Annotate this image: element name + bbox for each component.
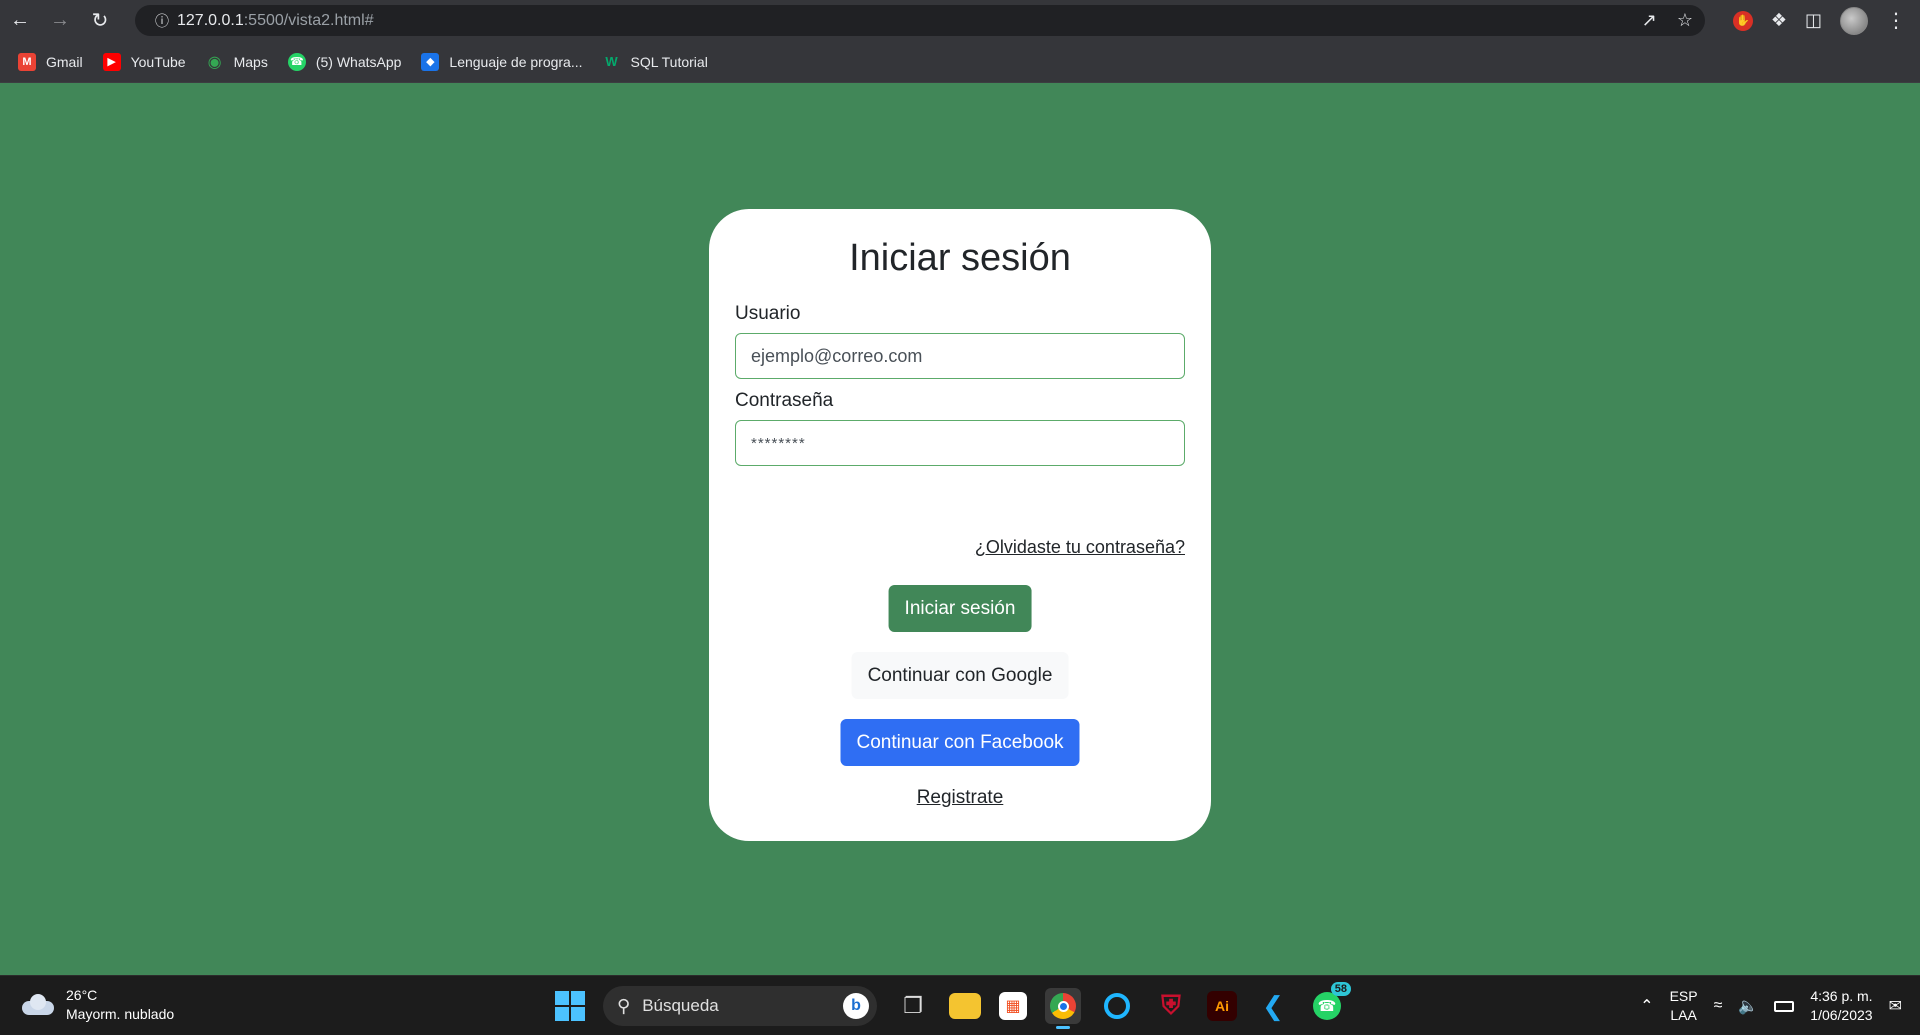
- side-panel-icon[interactable]: ◫: [1805, 10, 1822, 31]
- reload-button[interactable]: ↻: [80, 0, 120, 41]
- search-icon: ⚲: [617, 995, 631, 1016]
- cloud-icon: [20, 993, 56, 1017]
- file-explorer-icon[interactable]: [949, 993, 981, 1019]
- bing-icon[interactable]: b: [843, 993, 869, 1019]
- notifications-icon[interactable]: ✉: [1889, 996, 1902, 1016]
- bookmark-label: (5) WhatsApp: [315, 53, 402, 70]
- bookmark-label: YouTube: [130, 53, 186, 70]
- forgot-password-link[interactable]: ¿Olvidaste tu contraseña?: [975, 537, 1185, 558]
- bookmark-youtube[interactable]: ▶ YouTube: [102, 52, 186, 71]
- share-icon[interactable]: ↗: [1642, 10, 1657, 31]
- vscode-icon[interactable]: ❮: [1255, 988, 1291, 1024]
- forward-button[interactable]: →: [40, 0, 80, 41]
- maps-icon: ◉: [207, 53, 222, 71]
- whatsapp-taskbar-icon[interactable]: ☎ 58: [1309, 982, 1351, 1024]
- youtube-icon: ▶: [102, 52, 121, 71]
- password-input[interactable]: ********: [735, 420, 1185, 466]
- notification-badge: 58: [1330, 982, 1351, 996]
- register-row: Registrate: [709, 787, 1211, 809]
- battery-icon[interactable]: [1774, 1000, 1795, 1012]
- clock-time: 4:36 p. m.: [1810, 988, 1873, 1004]
- url-host: 127.0.0.1: [177, 11, 244, 29]
- browser-menu-icon[interactable]: ⋮: [1886, 8, 1906, 33]
- language-code: ESP: [1669, 988, 1698, 1004]
- bookmark-whatsapp[interactable]: ☎ (5) WhatsApp: [287, 52, 402, 71]
- volume-icon[interactable]: 🔈: [1738, 996, 1758, 1016]
- windows-start-icon[interactable]: [555, 991, 585, 1021]
- browser-toolbar: ← → ↻ ⓘ 127.0.0.1:5500/vista2.html# ↗ ☆ …: [0, 0, 1920, 41]
- bookmark-label: Gmail: [46, 53, 83, 70]
- user-label: Usuario: [735, 303, 801, 324]
- task-view-icon[interactable]: ❐: [895, 988, 931, 1024]
- whatsapp-icon: ☎: [287, 52, 306, 71]
- search-placeholder: Búsqueda: [642, 996, 719, 1015]
- bookmark-sql-tutorial[interactable]: W SQL Tutorial: [603, 53, 708, 71]
- bookmark-maps[interactable]: ◉ Maps: [206, 53, 268, 71]
- login-button[interactable]: Iniciar sesión: [888, 585, 1032, 632]
- url-path: :5500/vista2.html#: [243, 11, 374, 29]
- bookmark-gmail[interactable]: M Gmail: [18, 52, 83, 71]
- bookmark-site-icon: ◆: [421, 52, 440, 71]
- keyboard-layout: LAA: [1670, 1007, 1697, 1023]
- user-input[interactable]: ejemplo@correo.com: [735, 333, 1185, 379]
- google-login-button[interactable]: Continuar con Google: [851, 652, 1069, 699]
- login-card: Iniciar sesión Usuario ejemplo@correo.co…: [709, 209, 1211, 841]
- register-link[interactable]: Registrate: [917, 787, 1004, 808]
- adblock-extension-icon[interactable]: ✋: [1732, 10, 1753, 31]
- mcafee-icon[interactable]: ⛨: [1153, 988, 1189, 1024]
- back-button[interactable]: ←: [0, 0, 40, 41]
- bookmark-lenguaje[interactable]: ◆ Lenguaje de progra...: [421, 52, 583, 71]
- profile-avatar[interactable]: [1840, 6, 1868, 35]
- bookmark-label: SQL Tutorial: [630, 53, 708, 70]
- taskbar: 26°C Mayorm. nublado ⚲ Búsqueda b ❐ ▦ ⛨ …: [0, 975, 1920, 1035]
- clock[interactable]: 4:36 p. m. 1/06/2023: [1810, 987, 1872, 1025]
- page-background: Iniciar sesión Usuario ejemplo@correo.co…: [0, 83, 1920, 975]
- language-indicator[interactable]: ESP LAA: [1670, 987, 1698, 1025]
- w3schools-icon: W: [605, 54, 618, 69]
- wifi-icon[interactable]: ≈: [1714, 997, 1723, 1015]
- chevron-up-icon[interactable]: ⌃: [1640, 996, 1653, 1016]
- taskbar-search[interactable]: ⚲ Búsqueda b: [603, 986, 877, 1026]
- facebook-login-button[interactable]: Continuar con Facebook: [840, 719, 1080, 766]
- extensions-puzzle-icon[interactable]: ❖: [1771, 10, 1787, 31]
- address-bar[interactable]: ⓘ 127.0.0.1:5500/vista2.html# ↗ ☆: [135, 5, 1705, 36]
- gmail-icon: M: [18, 52, 36, 71]
- page-title: Iniciar sesión: [849, 237, 1071, 279]
- bookmarks-bar: M Gmail ▶ YouTube ◉ Maps ☎ (5) WhatsApp …: [0, 41, 1920, 83]
- weather-temp: 26°C: [66, 987, 98, 1003]
- alexa-icon[interactable]: [1099, 988, 1135, 1024]
- site-info-icon[interactable]: ⓘ: [147, 11, 177, 31]
- password-label: Contraseña: [735, 390, 834, 411]
- chrome-icon[interactable]: [1045, 988, 1081, 1029]
- system-tray: ⌃ ESP LAA ≈ 🔈 4:36 p. m. 1/06/2023 ✉: [1640, 984, 1902, 1028]
- bookmark-label: Maps: [233, 53, 268, 70]
- weather-desc: Mayorm. nublado: [66, 1006, 175, 1022]
- weather-widget[interactable]: 26°C Mayorm. nublado: [20, 986, 174, 1024]
- bookmark-label: Lenguaje de progra...: [449, 53, 583, 70]
- microsoft-store-icon[interactable]: ▦: [999, 992, 1027, 1020]
- illustrator-icon[interactable]: Ai: [1207, 991, 1237, 1021]
- bookmark-star-icon[interactable]: ☆: [1677, 10, 1693, 31]
- clock-date: 1/06/2023: [1810, 1007, 1873, 1023]
